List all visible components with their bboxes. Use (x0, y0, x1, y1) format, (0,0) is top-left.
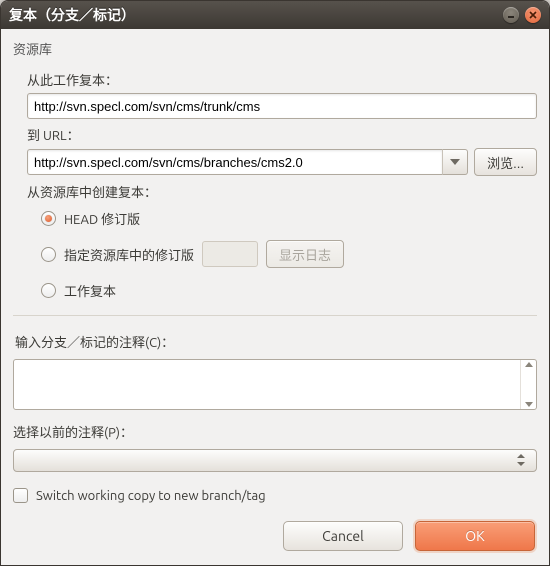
repo-section-title: 资源库 (13, 39, 537, 58)
create-copy-label: 从资源库中创建复本： (27, 182, 537, 201)
to-url-input[interactable] (27, 149, 442, 175)
repo-section: 从此工作复本： 到 URL： 浏览... 从资源库中创建复本： HEAD 修订版 (27, 64, 537, 303)
from-url-input[interactable] (27, 93, 537, 119)
switch-checkbox-label: Switch working copy to new branch/tag (36, 489, 266, 503)
chevron-down-icon (450, 159, 460, 165)
radio-workingcopy-label: 工作复本 (64, 281, 116, 300)
comment-textarea[interactable] (14, 360, 520, 409)
scroll-down-icon (525, 402, 533, 407)
close-button[interactable] (525, 7, 541, 23)
dialog-window: 复本（分支／标记） 资源库 从此工作复本： 到 URL： (0, 0, 550, 566)
to-label: 到 URL： (27, 125, 537, 144)
radio-head[interactable] (41, 211, 56, 226)
radio-specific[interactable] (41, 247, 56, 262)
comment-textarea-wrap (13, 359, 537, 410)
dialog-footer: Cancel OK (1, 513, 549, 565)
revision-radio-group: HEAD 修订版 指定资源库中的修订版 显示日志 工作复本 (41, 205, 537, 303)
ok-button[interactable]: OK (415, 521, 535, 551)
minimize-button[interactable] (503, 7, 519, 23)
radio-workingcopy-row[interactable]: 工作复本 (41, 277, 537, 303)
content: 资源库 从此工作复本： 到 URL： 浏览... 从资源库中创建复本： HEAD (1, 29, 549, 513)
switch-checkbox-row[interactable]: Switch working copy to new branch/tag (13, 488, 537, 503)
from-label: 从此工作复本： (27, 70, 537, 89)
comment-select-label: 选择以前的注释(P)： (13, 422, 537, 441)
radio-head-label: HEAD 修订版 (64, 209, 140, 228)
updown-icon (516, 454, 526, 466)
show-log-button: 显示日志 (266, 240, 344, 268)
divider (13, 315, 537, 316)
cancel-button[interactable]: Cancel (283, 521, 403, 551)
scroll-up-icon (525, 362, 533, 367)
browse-button[interactable]: 浏览... (474, 148, 537, 176)
window-controls (503, 7, 541, 23)
radio-workingcopy[interactable] (41, 283, 56, 298)
radio-head-row[interactable]: HEAD 修订版 (41, 205, 537, 231)
switch-checkbox[interactable] (13, 488, 28, 503)
titlebar[interactable]: 复本（分支／标记） (1, 1, 549, 29)
to-url-combo (27, 149, 468, 175)
radio-specific-label: 指定资源库中的修订版 (64, 245, 194, 264)
comment-enter-label: 输入分支／标记的注释(C)： (15, 332, 537, 351)
previous-comment-select[interactable] (13, 449, 537, 472)
comment-scrollbar[interactable] (520, 360, 536, 409)
to-url-dropdown-button[interactable] (442, 149, 468, 175)
window-title: 复本（分支／标记） (9, 5, 503, 25)
revision-number-input (202, 241, 258, 267)
radio-specific-row[interactable]: 指定资源库中的修订版 显示日志 (41, 241, 537, 267)
